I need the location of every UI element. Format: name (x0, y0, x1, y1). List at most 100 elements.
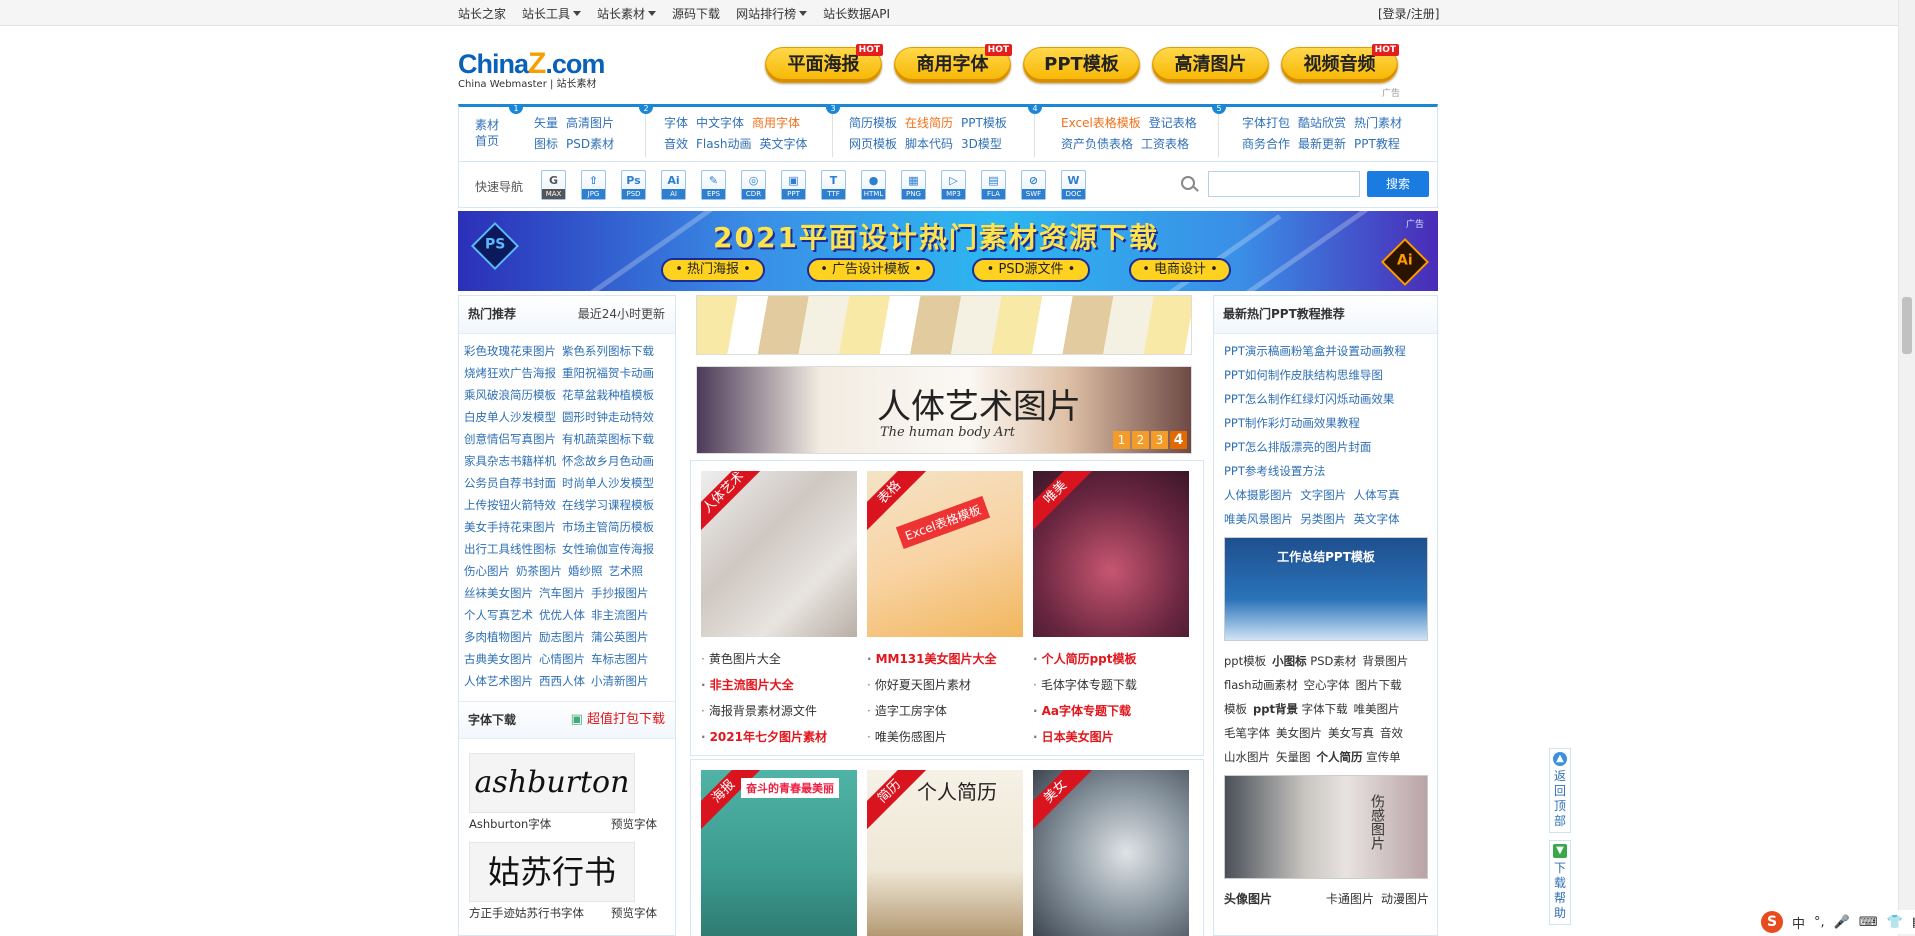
nav-webmaster-materials[interactable]: 站长素材 (597, 5, 656, 22)
promo-banner[interactable]: PS Ai 2021平面设计热门素材资源下载 • 热门海报 • • 广告设计模板… (458, 211, 1438, 291)
html-file-icon[interactable]: ● HTML (861, 170, 886, 200)
thumb-aesthetic[interactable]: 唯美 (1033, 471, 1189, 637)
menu-registration-form[interactable]: 登记表格 (1149, 116, 1197, 130)
hot-link[interactable]: 家具杂志书籍样机 (464, 454, 556, 468)
menu-ppt-template[interactable]: PPT模板 (961, 116, 1007, 130)
menu-hot-materials[interactable]: 热门素材 (1354, 116, 1402, 130)
thumb-excel-template[interactable]: 表格 Excel表格模板 (867, 471, 1023, 637)
hot-link[interactable]: 美女手持花束图片 (464, 520, 556, 534)
font-name[interactable]: Ashburton字体 (469, 817, 551, 831)
menu-chinese-font[interactable]: 中文字体 (696, 116, 744, 130)
tag-link[interactable]: 人体摄影图片 (1224, 488, 1293, 502)
hot-link[interactable]: 人体艺术图片 (464, 674, 533, 688)
ppt-link[interactable]: PPT如何制作皮肤结构思维导图 (1224, 363, 1437, 387)
tag-link[interactable]: 英文字体 (1354, 512, 1400, 526)
font-pack-link[interactable]: ▣ 超值打包下载 (571, 702, 665, 738)
hot-link[interactable]: 乘风破浪简历模板 (464, 388, 556, 402)
thumb-body-art[interactable]: 人体艺术 (701, 471, 857, 637)
link[interactable]: 个人简历ppt模板 (1033, 646, 1199, 672)
fla-file-icon[interactable]: ▤ FLA (981, 170, 1006, 200)
hot-link[interactable]: 多肉植物图片 (464, 630, 533, 644)
ppt-link[interactable]: PPT演示稿画粉笔盒并设置动画教程 (1224, 339, 1437, 363)
menu-icon[interactable]: 图标 (534, 137, 558, 151)
hd-image-button[interactable]: 高清图片 (1152, 47, 1269, 83)
banner-tag-poster[interactable]: • 热门海报 • (661, 258, 765, 282)
menu-excel-template[interactable]: Excel表格模板 (1061, 116, 1141, 130)
nav-data-api[interactable]: 站长数据API (823, 5, 890, 22)
menu-sound[interactable]: 音效 (664, 137, 688, 151)
tag[interactable]: 唯美图片 (1354, 702, 1400, 716)
font-card[interactable]: 姑苏行书 方正手迹姑苏行书字体 预览字体 (469, 842, 657, 921)
tag[interactable]: 毛笔字体 (1224, 726, 1270, 740)
page-scrollbar[interactable] (1898, 0, 1915, 936)
sogou-ime-icon[interactable]: S (1761, 911, 1783, 933)
poster-button[interactable]: 平面海报 HOT (765, 44, 883, 83)
font-card[interactable]: ashburton Ashburton字体 预览字体 (469, 753, 657, 832)
hot-link[interactable]: 车标志图片 (591, 652, 649, 666)
hot-link[interactable]: 奶茶图片 (516, 564, 562, 578)
tag[interactable]: 美女写真 (1328, 726, 1374, 740)
hot-link[interactable]: 有机蔬菜图标下载 (562, 432, 654, 446)
ppt-link[interactable]: PPT怎么制作红绿灯闪烁动画效果 (1224, 387, 1437, 411)
anime-link[interactable]: 动漫图片 (1381, 889, 1429, 909)
link[interactable]: 你好夏天图片素材 (867, 672, 1033, 698)
hot-link[interactable]: 创意情侣写真图片 (464, 432, 556, 446)
tag-link[interactable]: 人体写真 (1354, 488, 1400, 502)
chinese-mode-icon[interactable]: 中 (1792, 913, 1805, 932)
menu-vector[interactable]: 矢量 (534, 116, 558, 130)
tag[interactable]: flash动画素材 (1224, 678, 1298, 692)
link[interactable]: Aa字体专题下载 (1033, 698, 1199, 724)
mp3-file-icon[interactable]: ▷ MP3 (941, 170, 966, 200)
hot-link[interactable]: 优优人体 (539, 608, 585, 622)
hot-link[interactable]: 市场主管简历模板 (562, 520, 654, 534)
hot-link[interactable]: 汽车图片 (539, 586, 585, 600)
png-file-icon[interactable]: ▦ PNG (901, 170, 926, 200)
skin-icon[interactable]: 👕 (1887, 915, 1903, 930)
nav-webmaster-tools[interactable]: 站长工具 (522, 5, 581, 22)
menu-commercial-font[interactable]: 商用字体 (752, 116, 800, 130)
ppt-link[interactable]: PPT制作彩灯动画效果教程 (1224, 411, 1437, 435)
jpg-file-icon[interactable]: ⇧ JPG (581, 170, 606, 200)
hot-link[interactable]: 彩色玫瑰花束图片 (464, 344, 556, 358)
menu-hd-image[interactable]: 高清图片 (566, 116, 614, 130)
video-audio-button[interactable]: 视频音频 HOT (1281, 44, 1399, 83)
ttf-file-icon[interactable]: T TTF (821, 170, 846, 200)
back-to-top-button[interactable]: ▲ 返 回 顶 部 (1549, 748, 1571, 833)
tag[interactable]: 个人简历 (1317, 750, 1363, 764)
nav-site-ranking[interactable]: 网站排行榜 (736, 5, 807, 22)
menu-script-code[interactable]: 脚本代码 (905, 137, 953, 151)
hot-link[interactable]: 婚纱照 (568, 564, 603, 578)
menu-latest-update[interactable]: 最新更新 (1298, 137, 1346, 151)
tag[interactable]: 音效 (1380, 726, 1403, 740)
tag[interactable]: 小图标 (1272, 654, 1307, 668)
font-name[interactable]: 方正手迹姑苏行书字体 (469, 906, 584, 920)
hot-link[interactable]: 花草盆栽种植模板 (562, 388, 654, 402)
hot-link[interactable]: 非主流图片 (591, 608, 649, 622)
font-preview-link[interactable]: 预览字体 (611, 905, 657, 921)
hot-link[interactable]: 公务员自荐书封面 (464, 476, 556, 490)
site-logo[interactable]: ChinaZ.com China Webmaster | 站长素材 (458, 49, 618, 94)
menu-web-template[interactable]: 网页模板 (849, 137, 897, 151)
tag[interactable]: 空心字体 (1304, 678, 1350, 692)
max-file-icon[interactable]: G MAX (541, 170, 566, 200)
banner-tag-psd[interactable]: • PSD源文件 • (972, 258, 1090, 282)
menu-font[interactable]: 字体 (664, 116, 688, 130)
link[interactable]: 造字工房字体 (867, 698, 1033, 724)
psd-file-icon[interactable]: Ps PSD (621, 170, 646, 200)
search-button[interactable]: 搜索 (1367, 171, 1429, 197)
hot-link[interactable]: 艺术照 (609, 564, 644, 578)
sad-image-banner[interactable]: 伤感图片 (1224, 775, 1428, 879)
hot-link[interactable]: 个人写真艺术 (464, 608, 533, 622)
doc-file-icon[interactable]: W DOC (1061, 170, 1086, 200)
link[interactable]: 日本美女图片 (1033, 724, 1199, 750)
thumb-resume[interactable]: 简历 个人简历 (867, 770, 1023, 936)
hot-link[interactable]: 励志图片 (539, 630, 585, 644)
hot-link[interactable]: 女性瑜伽宣传海报 (562, 542, 654, 556)
commercial-font-button[interactable]: 商用字体 HOT (894, 44, 1012, 83)
menu-business[interactable]: 商务合作 (1242, 137, 1290, 151)
tag[interactable]: 矢量图 (1276, 750, 1311, 764)
pager-1[interactable]: 1 (1113, 431, 1130, 449)
hot-link[interactable]: 上传按钮火箭特效 (464, 498, 556, 512)
hot-link[interactable]: 时尚单人沙发模型 (562, 476, 654, 490)
tag-link[interactable]: 文字图片 (1300, 488, 1346, 502)
